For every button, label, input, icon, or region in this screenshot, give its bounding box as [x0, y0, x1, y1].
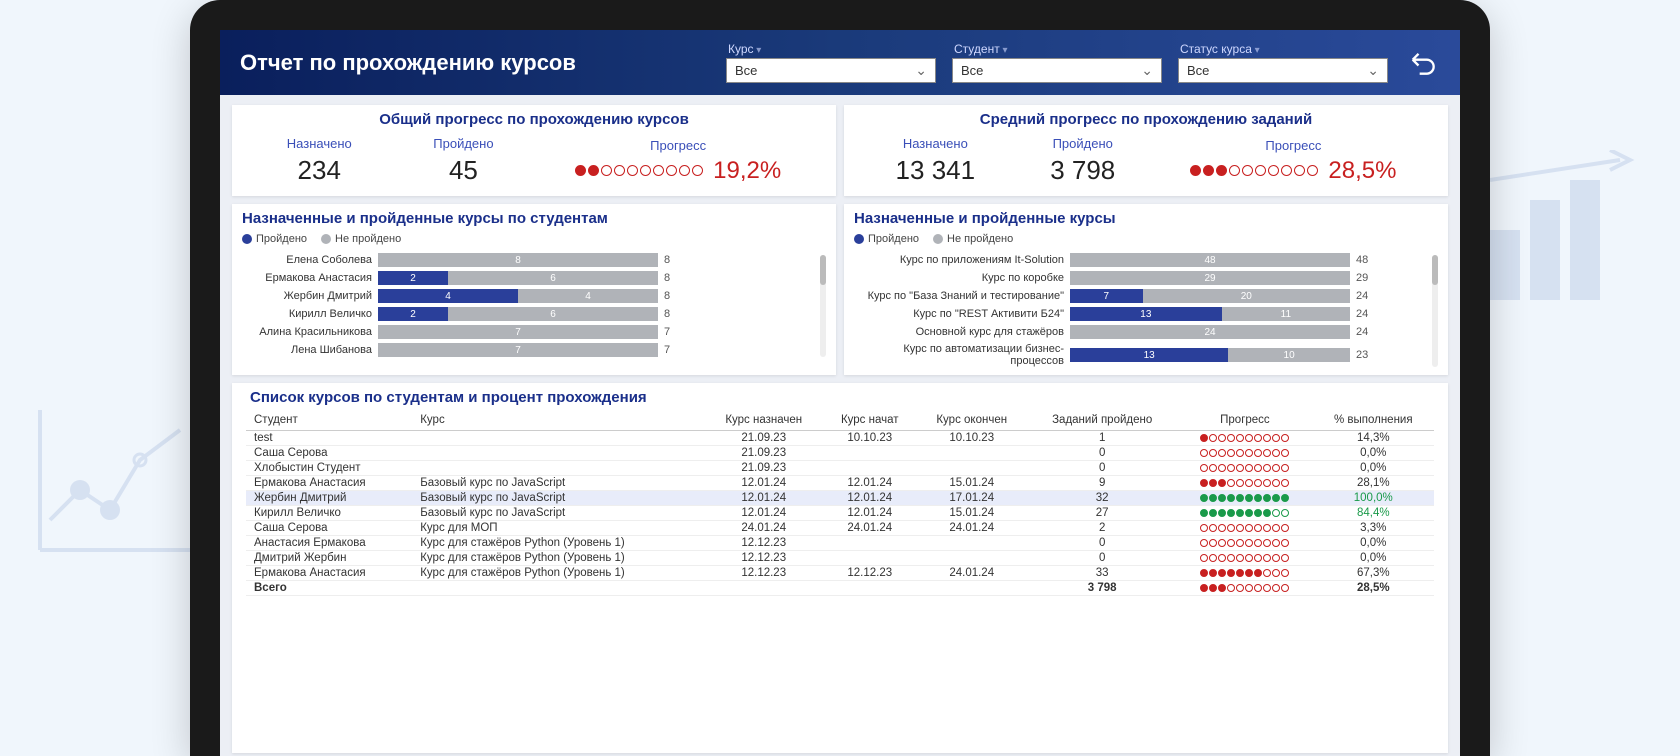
progress-dots	[1190, 165, 1318, 176]
table-header[interactable]: % выполнения	[1313, 410, 1434, 431]
legend: Пройдено Не пройдено	[242, 233, 826, 245]
filter-student: Студент Все	[952, 42, 1162, 83]
header: Отчет по прохождению курсов Курс Все Сту…	[220, 30, 1460, 95]
table-row[interactable]: Кирилл ВеличкоБазовый курс по JavaScript…	[246, 506, 1434, 521]
bar-row: Жербин Дмитрий448	[242, 289, 816, 303]
bar-row: Курс по "REST Активити Б24"131124	[854, 307, 1428, 321]
chart-courses: Назначенные и пройденные курсы Пройдено …	[844, 204, 1448, 375]
students-table: СтудентКурсКурс назначенКурс начатКурс о…	[246, 410, 1434, 596]
undo-icon	[1408, 48, 1436, 76]
filter-course: Курс Все	[726, 42, 936, 83]
table-row[interactable]: Хлобыстин Студент21.09.2300,0%	[246, 461, 1434, 476]
app-screen: Отчет по прохождению курсов Курс Все Сту…	[220, 30, 1460, 756]
table-row[interactable]: test21.09.2310.10.2310.10.23114,3%	[246, 431, 1434, 446]
laptop-frame: Отчет по прохождению курсов Курс Все Сту…	[190, 0, 1490, 756]
bar-label: Алина Красильникова	[242, 326, 372, 338]
bar-row: Курс по приложениям It-Solution4848	[854, 253, 1428, 267]
table-row[interactable]: Жербин ДмитрийБазовый курс по JavaScript…	[246, 491, 1434, 506]
table-total-row: Всего3 79828,5%	[246, 581, 1434, 596]
bar-label: Курс по автоматизации бизнес-процессов	[854, 343, 1064, 367]
table-row[interactable]: Саша Серова21.09.2300,0%	[246, 446, 1434, 461]
table-row[interactable]: Саша СероваКурс для МОП24.01.2424.01.242…	[246, 521, 1434, 536]
summary-row: Общий прогресс по прохождению курсов Наз…	[232, 105, 1448, 196]
progress-dots	[575, 165, 703, 176]
table-row[interactable]: Ермакова АнастасияБазовый курс по JavaSc…	[246, 476, 1434, 491]
chart-students: Назначенные и пройденные курсы по студен…	[232, 204, 836, 375]
bar-row: Кирилл Величко268	[242, 307, 816, 321]
assigned-value: 234	[287, 155, 352, 186]
table-row[interactable]: Ермакова АнастасияКурс для стажёров Pyth…	[246, 566, 1434, 581]
filter-student-select[interactable]: Все	[952, 58, 1162, 83]
bar-label: Курс по коробке	[854, 272, 1064, 284]
table-header[interactable]: Прогресс	[1177, 410, 1312, 431]
bar-label: Курс по "REST Активити Б24"	[854, 308, 1064, 320]
filter-student-label: Студент	[952, 42, 1162, 56]
scrollbar[interactable]	[820, 255, 826, 357]
summary-card-tasks: Средний прогресс по прохождению заданий …	[844, 105, 1448, 196]
legend: Пройдено Не пройдено	[854, 233, 1438, 245]
scrollbar[interactable]	[1432, 255, 1438, 367]
filter-status: Статус курса Все	[1178, 42, 1388, 83]
bar-row: Лена Шибанова77	[242, 343, 816, 357]
bar-label: Курс по "База Знаний и тестирование"	[854, 290, 1064, 302]
table-row[interactable]: Анастасия ЕрмаковаКурс для стажёров Pyth…	[246, 536, 1434, 551]
bar-list: Курс по приложениям It-Solution4848Курс …	[854, 253, 1428, 367]
progress-pct: 19,2%	[713, 157, 781, 185]
bar-row: Курс по автоматизации бизнес-процессов13…	[854, 343, 1428, 367]
assigned-value: 13 341	[896, 155, 976, 186]
filter-status-label: Статус курса	[1178, 42, 1388, 56]
table-header[interactable]: Курс назначен	[704, 410, 823, 431]
deco-chart-left	[30, 400, 210, 560]
bar-label: Лена Шибанова	[242, 344, 372, 356]
passed-value: 45	[433, 155, 493, 186]
bar-label: Основной курс для стажёров	[854, 326, 1064, 338]
filter-course-label: Курс	[726, 42, 936, 56]
table-header[interactable]: Курс окончен	[916, 410, 1027, 431]
filter-bar: Курс Все Студент Все Статус курса Все	[726, 42, 1440, 83]
filter-status-select[interactable]: Все	[1178, 58, 1388, 83]
bar-label: Курс по приложениям It-Solution	[854, 254, 1064, 266]
table-header[interactable]: Курс	[414, 410, 704, 431]
summary-title: Общий прогресс по прохождению курсов	[246, 111, 822, 128]
table-header[interactable]: Курс начат	[823, 410, 916, 431]
bar-row: Курс по коробке2929	[854, 271, 1428, 285]
summary-title: Средний прогресс по прохождению заданий	[858, 111, 1434, 128]
bar-row: Елена Соболева88	[242, 253, 816, 267]
deco-chart-right	[1470, 150, 1650, 310]
bar-row: Алина Красильникова77	[242, 325, 816, 339]
bar-row: Ермакова Анастасия268	[242, 271, 816, 285]
bar-label: Ермакова Анастасия	[242, 272, 372, 284]
bar-row: Курс по "База Знаний и тестирование"7202…	[854, 289, 1428, 303]
bar-label: Кирилл Величко	[242, 308, 372, 320]
undo-button[interactable]	[1404, 44, 1440, 83]
bar-label: Жербин Дмитрий	[242, 290, 372, 302]
filter-course-select[interactable]: Все	[726, 58, 936, 83]
summary-card-courses: Общий прогресс по прохождению курсов Наз…	[232, 105, 836, 196]
passed-value: 3 798	[1050, 155, 1115, 186]
table-header[interactable]: Студент	[246, 410, 414, 431]
table-header[interactable]: Заданий пройдено	[1027, 410, 1177, 431]
table-row[interactable]: Дмитрий ЖербинКурс для стажёров Python (…	[246, 551, 1434, 566]
bar-label: Елена Соболева	[242, 254, 372, 266]
table-card: Список курсов по студентам и процент про…	[232, 383, 1448, 753]
content: Общий прогресс по прохождению курсов Наз…	[220, 95, 1460, 756]
charts-row: Назначенные и пройденные курсы по студен…	[232, 204, 1448, 375]
bar-list: Елена Соболева88 Ермакова Анастасия268 Жер…	[242, 253, 816, 357]
page-title: Отчет по прохождению курсов	[240, 50, 576, 76]
progress-pct: 28,5%	[1328, 157, 1396, 185]
bar-row: Основной курс для стажёров2424	[854, 325, 1428, 339]
